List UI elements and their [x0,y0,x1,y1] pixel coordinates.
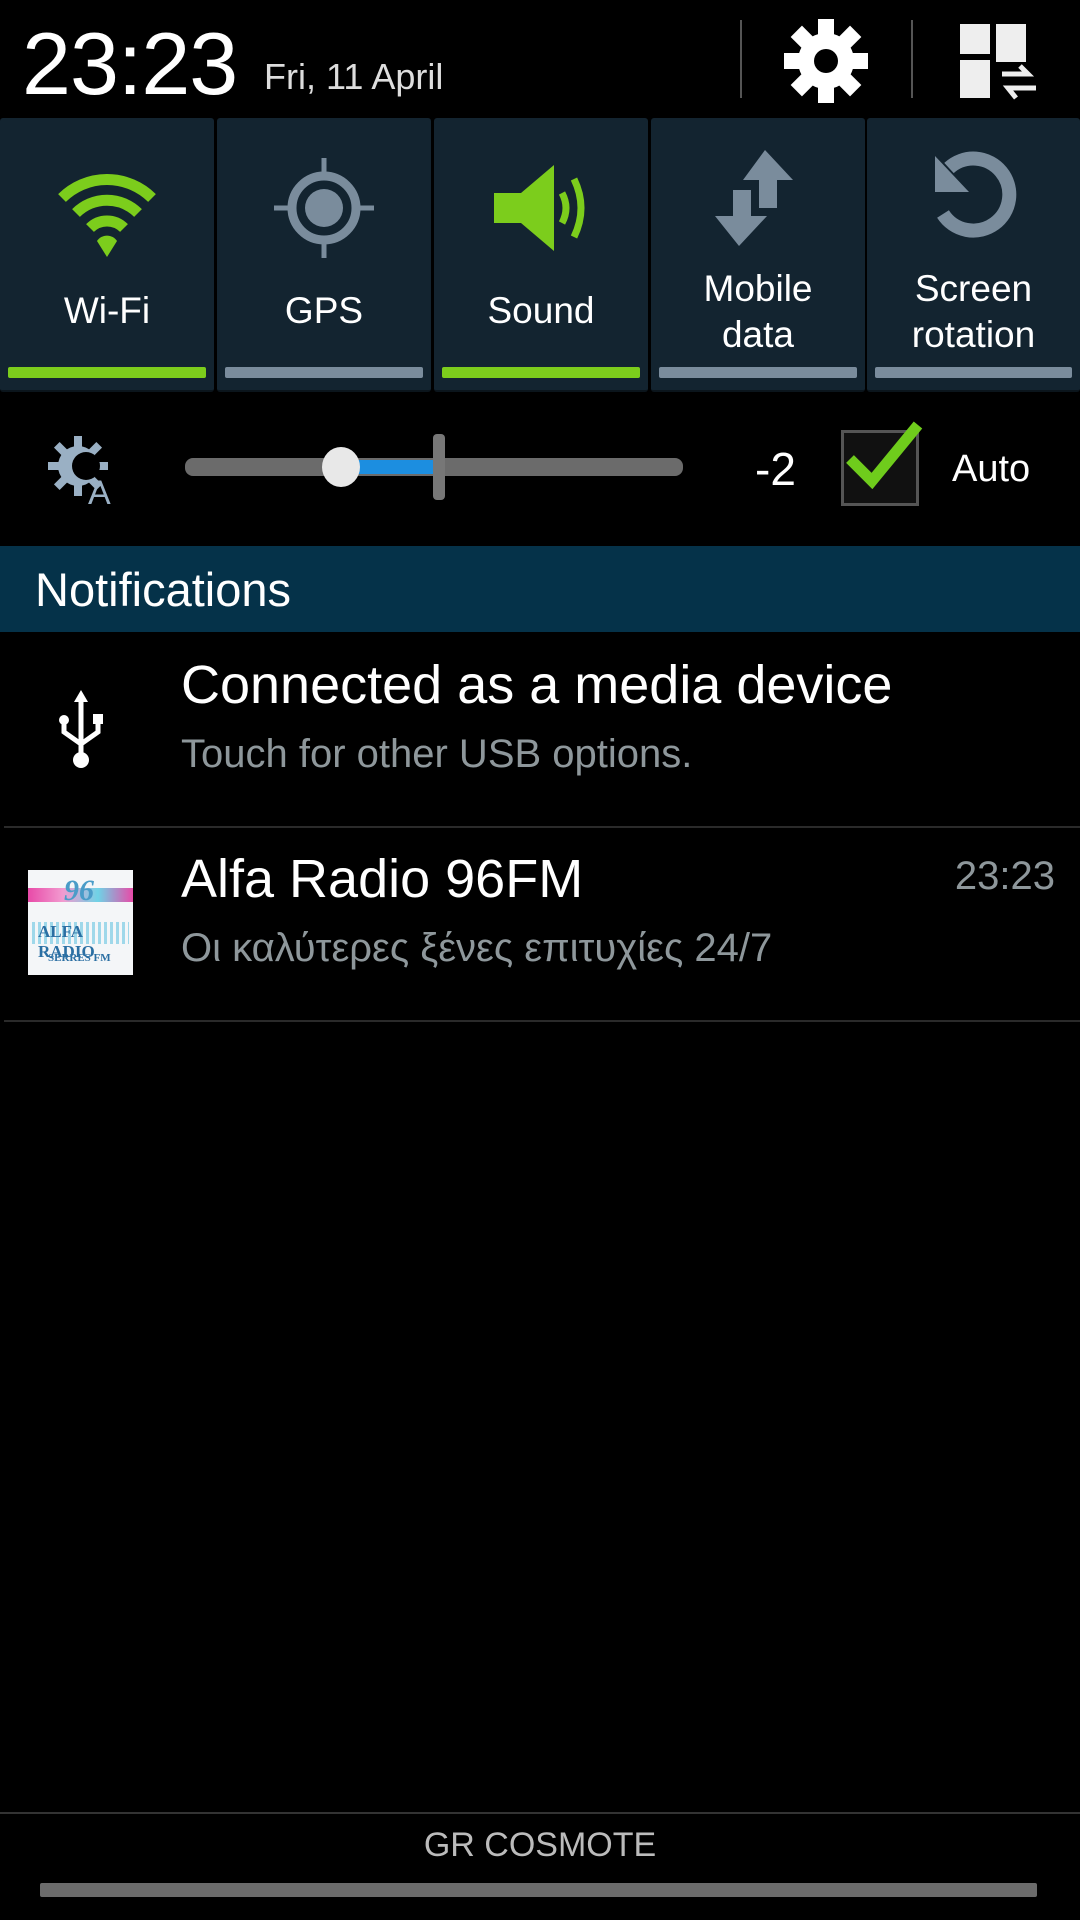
panel-drag-handle[interactable] [40,1883,1037,1897]
brightness-row: A -2 Auto [0,400,1080,545]
gps-icon [274,158,374,258]
divider [4,1020,1080,1022]
gear-icon [784,19,868,103]
mobile-data-icon [715,150,793,246]
notifications-header: Notifications [0,546,1080,632]
toggle-label: data [721,314,794,355]
checkmark-icon [846,421,923,489]
sound-icon [494,165,585,251]
screen-rotation-icon [934,151,1016,238]
toggle-status-bar-off [225,367,423,378]
grid-swap-icon [960,24,1038,102]
usb-icon [59,690,103,768]
notification-subtitle: Touch for other USB options. [181,732,693,776]
auto-brightness-checkbox[interactable] [841,421,923,506]
toggle-status-bar-off [659,367,857,378]
toggle-status-bar-off [875,367,1072,378]
toggle-label: Mobile [703,268,813,309]
toggle-status-bar-on [442,367,640,378]
brightness-value: -2 [755,443,796,495]
divider [740,20,742,98]
wifi-icon [58,174,156,257]
auto-brightness-label: Auto [952,448,1031,490]
notifications-title: Notifications [35,563,291,616]
toggle-gps[interactable]: GPS [217,118,431,392]
toggle-label: Sound [487,290,595,331]
svg-text:A: A [88,474,111,506]
toggle-label: rotation [911,314,1036,355]
notification-subtitle: Οι καλύτερες ξένες επιτυχίες 24/7 [181,926,773,970]
clock-time: 23:23 [22,14,238,113]
divider [911,20,913,98]
toggle-label: Wi-Fi [63,290,151,331]
toggle-sound[interactable]: Sound [434,118,648,392]
auto-brightness-icon: A [48,436,111,506]
toggle-status-bar-on [8,367,206,378]
brightness-slider-thumb[interactable] [322,447,360,487]
notification-alfa-radio[interactable]: 96 ALFA RADIO SERRES FM Alfa Radio 96FM … [0,828,1080,1020]
toggle-wifi[interactable]: Wi-Fi [0,118,214,392]
toggle-label: GPS [284,290,364,331]
notification-time: 23:23 [954,854,1055,898]
toggle-label: Screen [914,268,1033,309]
edit-toggles-button[interactable] [958,22,1038,102]
notification-title: Alfa Radio 96FM [181,849,584,909]
brightness-default-marker [433,434,445,500]
notification-title: Connected as a media device [181,655,893,715]
settings-button[interactable] [783,18,869,104]
carrier-label: GR COSMOTE [423,1826,657,1864]
toggle-screen-rotation[interactable]: Screen rotation [867,118,1080,392]
alfa-radio-logo: 96 ALFA RADIO SERRES FM [28,870,133,975]
notification-usb[interactable]: Connected as a media device Touch for ot… [0,632,1080,826]
clock-date: Fri, 11 April [264,56,444,97]
toggle-mobile-data[interactable]: Mobile data [651,118,865,392]
divider [0,1812,1080,1814]
